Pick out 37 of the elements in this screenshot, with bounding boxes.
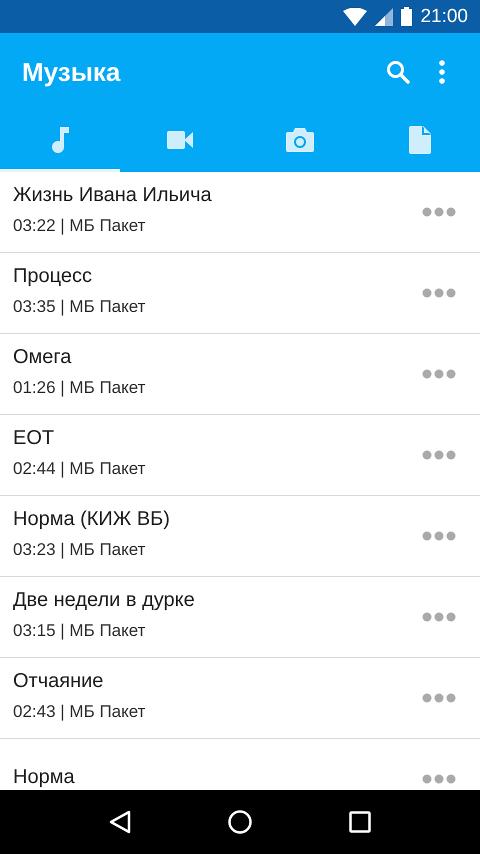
track-details: 02:44 | МБ Пакет <box>13 459 146 479</box>
wifi-icon <box>343 8 368 26</box>
track-title: Омега <box>13 346 72 369</box>
video-camera-icon <box>167 131 193 149</box>
more-icon <box>422 774 456 784</box>
track-title: Процесс <box>13 265 93 288</box>
track-title: EOT <box>13 427 56 450</box>
search-icon <box>386 60 410 84</box>
music-note-icon <box>51 127 69 153</box>
recent-apps-button[interactable] <box>349 811 372 833</box>
more-vertical-icon <box>439 60 445 84</box>
more-icon <box>422 450 456 460</box>
track-details: 01:26 | МБ Пакет <box>13 378 146 398</box>
track-title: Норма <box>13 766 76 788</box>
back-button[interactable] <box>108 810 131 834</box>
more-icon <box>422 207 456 217</box>
more-icon <box>422 288 456 298</box>
track-details: 03:15 | МБ Пакет <box>13 621 146 641</box>
track-details: 03:22 | МБ Пакет <box>13 216 146 236</box>
track-details: 02:43 | МБ Пакет <box>13 702 146 722</box>
app-title: Музыка <box>22 56 122 88</box>
signal-icon <box>375 8 394 26</box>
track-details: 03:35 | МБ Пакет <box>13 297 146 317</box>
more-icon <box>422 531 456 541</box>
track-details: 03:23 | МБ Пакет <box>13 540 146 560</box>
more-icon <box>422 612 456 622</box>
more-icon <box>422 693 456 703</box>
track-title: Норма (КИЖ ВБ) <box>13 508 171 531</box>
track-title: Две недели в дурке <box>13 589 196 612</box>
home-button[interactable] <box>228 810 252 834</box>
track-title: Жизнь Ивана Ильича <box>13 184 213 207</box>
track-title: Отчаяние <box>13 670 104 693</box>
clock-text: 21:00 <box>420 6 468 28</box>
camera-icon <box>286 128 314 152</box>
document-icon <box>409 126 431 154</box>
battery-icon <box>401 7 412 26</box>
more-icon <box>422 369 456 379</box>
